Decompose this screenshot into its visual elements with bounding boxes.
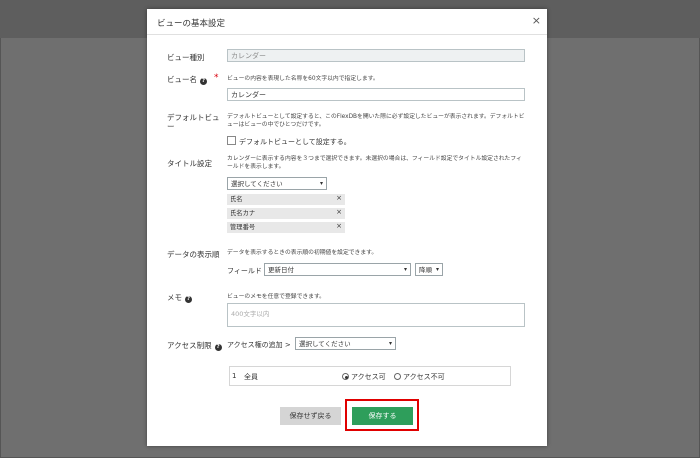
access-deny-radio[interactable]: アクセス不可: [394, 372, 445, 382]
title-setting-label: タイトル設定: [167, 159, 212, 168]
save-highlight-box: [345, 399, 419, 431]
view-name-input[interactable]: カレンダー: [227, 88, 525, 101]
remove-tag-icon[interactable]: ×: [336, 195, 342, 202]
default-view-checkbox-label: デフォルトビューとして設定する。: [239, 138, 351, 146]
chevron-down-icon: ▾: [388, 340, 392, 347]
sort-order-select[interactable]: 降順 ▾: [415, 263, 443, 276]
title-field-select[interactable]: 選択してください ▾: [227, 177, 327, 190]
access-select[interactable]: 選択してください ▾: [295, 337, 396, 350]
chevron-down-icon: ▾: [435, 266, 439, 273]
checkbox-icon[interactable]: [227, 136, 236, 145]
title-tag: 管理番号 ×: [227, 222, 345, 233]
display-order-desc: データを表示するときの表示順の初期値を設定できます。: [227, 250, 378, 256]
dialog-header: ビューの基本設定 ×: [147, 9, 547, 35]
default-view-label: デフォルトビュー: [167, 113, 220, 131]
radio-selected-icon[interactable]: [342, 373, 349, 380]
memo-textarea[interactable]: 400文字以内: [227, 303, 525, 327]
row-name: 全員: [244, 373, 258, 381]
view-settings-dialog: ビューの基本設定 × ビュー種別 カレンダー ビュー名? * ビューの内容を表現…: [147, 9, 547, 446]
title-tag: 氏名 ×: [227, 194, 345, 205]
access-row: 1 全員 アクセス可 アクセス不可: [229, 366, 511, 386]
view-type-label: ビュー種別: [167, 53, 205, 62]
remove-tag-icon[interactable]: ×: [336, 223, 342, 230]
view-name-hint: ビューの内容を表現した名称を60文字以内で指定します。: [227, 76, 379, 82]
memo-label: メモ: [167, 293, 182, 302]
title-setting-desc: カレンダーに表示する内容を３つまで選択できます。未選択の場合は、フィールド設定で…: [227, 156, 522, 170]
view-name-label-wrap: ビュー名?: [167, 74, 207, 85]
view-type-field: カレンダー: [227, 49, 525, 62]
default-view-desc: デフォルトビューとして設定すると、このFlexDBを開いた際に必ず設定したビュー…: [227, 114, 525, 128]
close-icon[interactable]: ×: [532, 14, 541, 28]
dialog-title: ビューの基本設定: [157, 19, 226, 29]
help-icon[interactable]: ?: [185, 296, 192, 303]
access-allow-radio[interactable]: アクセス可: [342, 372, 386, 382]
access-label: アクセス制限: [167, 341, 212, 350]
memo-label-wrap: メモ?: [167, 292, 192, 303]
row-number: 1: [232, 372, 237, 380]
cancel-button[interactable]: 保存せず戻る: [280, 407, 341, 425]
default-view-checkbox[interactable]: デフォルトビューとして設定する。: [227, 136, 351, 147]
remove-tag-icon[interactable]: ×: [336, 209, 342, 216]
access-label-wrap: アクセス制限?: [167, 340, 222, 351]
view-name-label: ビュー名: [167, 75, 197, 84]
chevron-down-icon: ▾: [403, 266, 407, 273]
field-label: フィールド: [227, 267, 262, 275]
chevron-down-icon: ▾: [319, 180, 323, 187]
help-icon[interactable]: ?: [200, 78, 207, 85]
memo-desc: ビューのメモを任意で登録できます。: [227, 294, 325, 300]
help-icon[interactable]: ?: [214, 344, 222, 351]
required-mark: *: [214, 73, 219, 83]
title-tag: 氏名カナ ×: [227, 208, 345, 219]
add-access-label: アクセス権の追加 >: [227, 341, 291, 349]
radio-icon[interactable]: [394, 373, 401, 380]
sort-field-select[interactable]: 更新日付 ▾: [264, 263, 411, 276]
display-order-label: データの表示順: [167, 250, 220, 259]
